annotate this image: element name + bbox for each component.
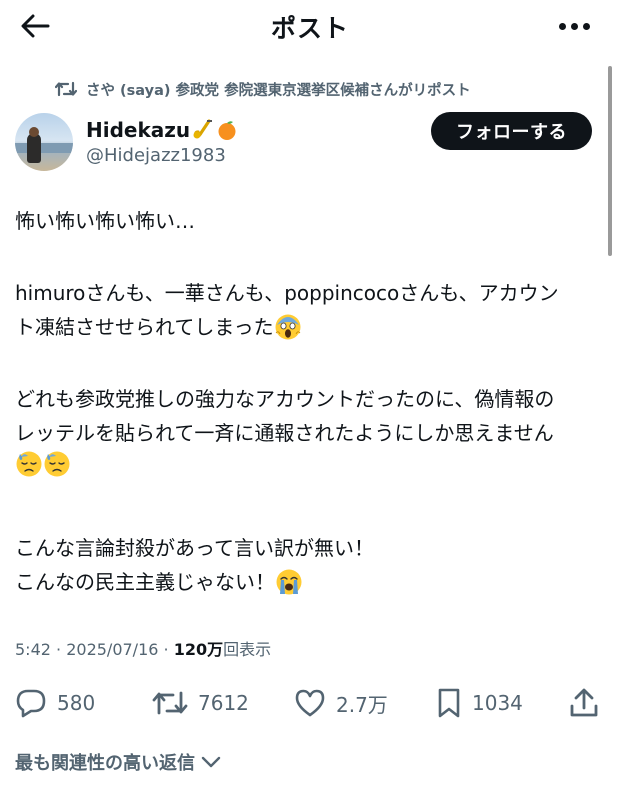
downcast-sweat-emoji bbox=[16, 451, 42, 477]
orange-emoji bbox=[218, 121, 236, 140]
bookmark-button[interactable]: 1034 bbox=[436, 680, 523, 726]
reply-button[interactable]: 580 bbox=[15, 680, 95, 726]
downcast-sweat-emoji bbox=[44, 451, 70, 477]
reply-icon bbox=[16, 689, 46, 718]
post-date[interactable]: 2025/07/16 bbox=[66, 640, 158, 659]
reply-sort-label: 最も関連性の高い返信 bbox=[15, 753, 195, 774]
face-screaming-emoji bbox=[275, 314, 301, 340]
reply-count: 580 bbox=[57, 691, 96, 715]
like-count: 2.7万 bbox=[336, 692, 388, 717]
share-button[interactable] bbox=[568, 680, 600, 726]
heart-icon bbox=[295, 689, 325, 717]
bookmark-icon bbox=[438, 688, 460, 718]
bookmark-count: 1034 bbox=[472, 691, 523, 715]
scrollbar[interactable] bbox=[608, 66, 612, 256]
post-text-line: himuroさんも、一華さんも、poppincocoさんも、アカウン bbox=[15, 281, 559, 305]
page-title: ポスト bbox=[270, 14, 349, 43]
post-text-line: こんなの民主主義じゃない！ bbox=[15, 565, 303, 599]
like-button[interactable]: 2.7万 bbox=[294, 680, 388, 726]
post-text-line: レッテルを貼られて一斉に通報されたようにしか思えません bbox=[15, 421, 554, 445]
post-time[interactable]: 5:42 bbox=[15, 640, 51, 659]
post-text-line bbox=[15, 450, 71, 478]
repost-icon bbox=[152, 691, 188, 715]
chevron-down-icon bbox=[201, 756, 221, 768]
share-icon bbox=[570, 688, 598, 717]
repost-icon bbox=[55, 81, 77, 97]
post-meta: 5:42 · 2025/07/16 · 120万回表示 bbox=[15, 640, 272, 659]
post-text-line: ト凍結させせられてしまった bbox=[15, 310, 302, 344]
repost-indicator[interactable]: さや (saya) 参政党 参院選東京選挙区候補さんがリポスト bbox=[55, 78, 471, 100]
post-text-line: どれも参政党推しの強力なアカウントだったのに、偽情報の bbox=[15, 387, 555, 411]
view-count-label: 回表示 bbox=[223, 640, 272, 659]
top-bar: ポスト bbox=[0, 0, 620, 52]
more-dots-icon bbox=[558, 22, 566, 30]
post-text-line: こんな言論封殺があって言い訳が無い！ bbox=[15, 536, 374, 560]
follow-button[interactable]: フォローする bbox=[431, 112, 592, 150]
view-count: 120万 bbox=[173, 640, 224, 659]
display-name-text: Hidekazu bbox=[86, 118, 191, 142]
avatar[interactable] bbox=[15, 113, 73, 171]
action-bar: 580 7612 2.7万 1034 bbox=[0, 680, 620, 726]
post-text-line: 怖い怖い怖い怖い… bbox=[15, 209, 195, 233]
repost-button[interactable]: 7612 bbox=[152, 680, 249, 726]
repost-text: さや (saya) 参政党 参院選東京選挙区候補さんがリポスト bbox=[86, 82, 471, 99]
display-name[interactable]: Hidekazu bbox=[86, 118, 238, 142]
repost-count: 7612 bbox=[198, 691, 249, 715]
more-options-button[interactable] bbox=[554, 14, 594, 38]
saxophone-emoji bbox=[193, 119, 213, 139]
reply-sort-dropdown[interactable]: 最も関連性の高い返信 bbox=[15, 749, 221, 775]
user-handle[interactable]: @Hidejazz1983 bbox=[86, 145, 226, 166]
loudly-crying-emoji bbox=[276, 569, 302, 595]
